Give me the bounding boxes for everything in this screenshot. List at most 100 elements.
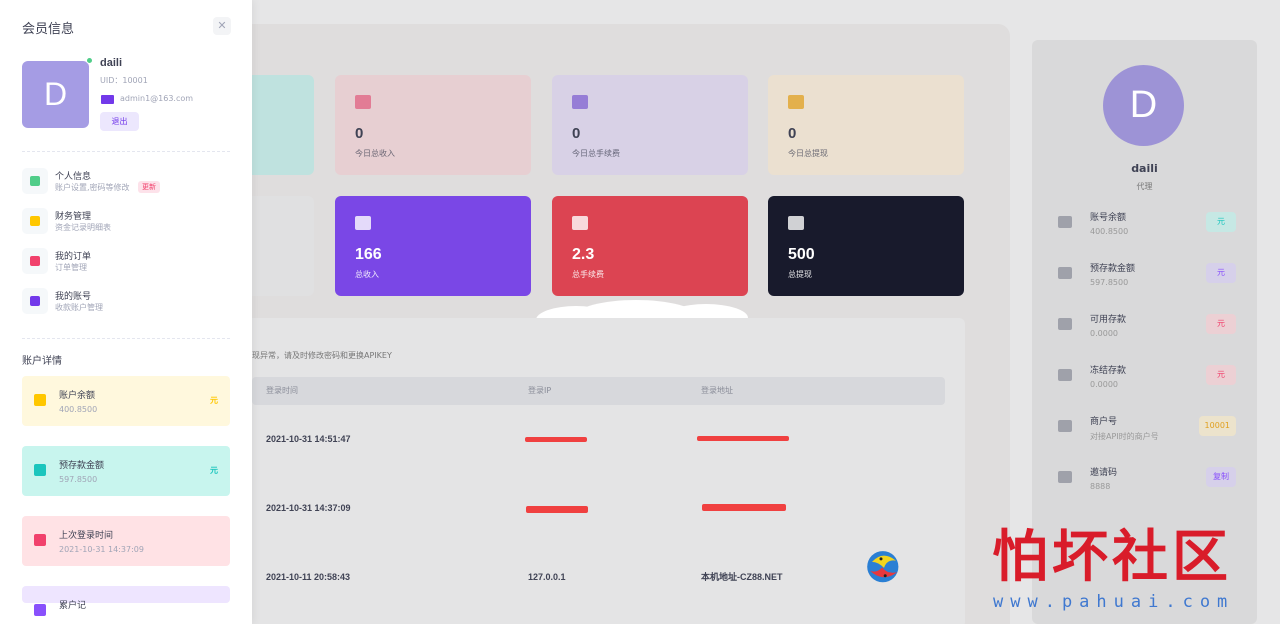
- item-badge: 10001: [1198, 416, 1236, 436]
- header-address: 登录地址: [701, 386, 733, 395]
- stat-card: 166 总收入: [335, 196, 531, 296]
- wallet-icon: [1058, 318, 1072, 330]
- stat-label: 今日总收入: [355, 149, 395, 158]
- profile-summary-item: 可用存款 0.0000 元: [1058, 312, 1238, 348]
- profile-summary-item: 邀请码 8888 复制: [1058, 465, 1238, 501]
- chart-icon: [355, 216, 371, 230]
- table-row: 2021-10-11 20:58:43 127.0.0.1 本机地址-CZ88.…: [252, 563, 945, 591]
- account-title: 上次登录时间: [59, 531, 114, 541]
- stat-card: 0 今日总手续费: [552, 75, 748, 175]
- menu-title: 我的订单: [55, 252, 92, 262]
- stat-card: 0 今日总收入: [335, 75, 531, 175]
- account-card: 预存款金额 597.8500 元: [22, 446, 230, 496]
- user-uid: UID：10001: [100, 76, 148, 85]
- item-value: 0.0000: [1090, 380, 1118, 389]
- stat-card: 2.3 总手续费: [552, 196, 748, 296]
- account-icon: [34, 604, 46, 616]
- watermark-text: 怕坏社区: [992, 525, 1232, 590]
- item-title: 账号余额: [1090, 213, 1127, 223]
- divider: [22, 338, 230, 339]
- profile-summary-item: 预存款金额 597.8500 元: [1058, 261, 1238, 297]
- watermark-url: www.pahuai.com: [993, 592, 1235, 612]
- redaction-mark: [525, 437, 587, 442]
- account-card: 上次登录时间 2021-10-31 14:37:09: [22, 516, 230, 566]
- item-value: 597.8500: [1090, 278, 1129, 287]
- stat-value: 0: [355, 125, 364, 142]
- item-title: 冻结存款: [1090, 366, 1127, 376]
- row-time: 2021-10-11 20:58:43: [266, 572, 351, 582]
- logout-button[interactable]: 退出: [100, 112, 139, 131]
- account-icon: [34, 534, 46, 546]
- menu-subtitle: 账户设置,密码等修改: [55, 183, 130, 192]
- account-value: 597.8500: [59, 475, 98, 484]
- stat-label: 总提现: [788, 270, 812, 279]
- user-email[interactable]: admin1@163.com: [120, 94, 193, 103]
- item-value: 400.8500: [1090, 227, 1129, 236]
- table-row: 2021-10-31 14:51:47: [252, 425, 945, 453]
- chart-icon: [788, 216, 804, 230]
- stat-value: 166: [355, 246, 382, 263]
- drawer-menu-item[interactable]: 我的订单 订单管理: [22, 248, 230, 278]
- wallet-icon: [1058, 369, 1072, 381]
- account-unit: 元: [210, 466, 218, 475]
- drawer-menu-item[interactable]: 个人信息 账户设置,密码等修改 更新: [22, 168, 230, 198]
- item-badge: 元: [1206, 212, 1236, 232]
- header-ip: 登录IP: [528, 386, 552, 395]
- item-badge: 元: [1206, 365, 1236, 385]
- stat-card: 0 今日总提现: [768, 75, 964, 175]
- menu-glyph-icon: [30, 296, 40, 306]
- account-value: 400.8500: [59, 405, 98, 414]
- item-title: 可用存款: [1090, 315, 1127, 325]
- stat-label: 今日总提现: [788, 149, 828, 158]
- menu-subtitle: 收款账户管理: [55, 303, 103, 312]
- item-value: 8888: [1090, 482, 1111, 491]
- wallet-icon: [1058, 216, 1072, 228]
- stat-label: 总手续费: [572, 270, 604, 279]
- wallet-icon: [1058, 267, 1072, 279]
- stat-card: 500 总提现: [768, 196, 964, 296]
- divider: [22, 151, 230, 152]
- stat-value: 2.3: [572, 246, 595, 263]
- drawer-menu-item[interactable]: 我的账号 收款账户管理: [22, 288, 230, 318]
- security-tip: 现异常，请及时修改密码和更换APIKEY: [252, 351, 392, 360]
- fish-logo-icon: [867, 551, 899, 583]
- account-icon: [34, 394, 46, 406]
- menu-glyph-icon: [30, 256, 40, 266]
- item-badge[interactable]: 复制: [1206, 467, 1236, 487]
- item-title: 商户号: [1090, 417, 1118, 427]
- item-value: 对接API时的商户号: [1090, 432, 1159, 441]
- menu-icon: [22, 168, 48, 194]
- account-title: 累户记: [59, 601, 87, 611]
- menu-glyph-icon: [30, 216, 40, 226]
- menu-subtitle: 资金记录明细表: [55, 223, 111, 232]
- profile-summary-item: 账号余额 400.8500 元: [1058, 210, 1238, 246]
- item-value: 0.0000: [1090, 329, 1118, 338]
- row-time: 2021-10-31 14:37:09: [266, 503, 351, 513]
- row-ip: 127.0.0.1: [528, 572, 566, 582]
- account-value: 2021-10-31 14:37:09: [59, 545, 144, 554]
- account-title: 预存款金额: [59, 461, 105, 471]
- account-title: 账户余额: [59, 391, 96, 401]
- wallet-icon: [1058, 471, 1072, 483]
- item-badge: 元: [1206, 263, 1236, 283]
- menu-title: 财务管理: [55, 212, 92, 222]
- row-time: 2021-10-31 14:51:47: [266, 434, 351, 444]
- header-time: 登录时间: [266, 386, 298, 395]
- row-address: 本机地址-CZ88.NET: [701, 572, 783, 582]
- user-name: daili: [100, 57, 123, 69]
- profile-summary-item: 商户号对接API时的商户号 10001: [1058, 414, 1238, 450]
- menu-glyph-icon: [30, 176, 40, 186]
- account-icon: [34, 464, 46, 476]
- drawer-title: 会员信息: [22, 22, 75, 37]
- menu-icon: [22, 288, 48, 314]
- drawer-menu-item[interactable]: 财务管理 资金记录明细表: [22, 208, 230, 238]
- profile-role: 代理: [1136, 182, 1153, 191]
- account-details-title: 账户详情: [22, 356, 62, 367]
- menu-icon: [22, 208, 48, 234]
- chart-icon: [572, 95, 588, 109]
- stat-label: 今日总手续费: [572, 149, 620, 158]
- close-icon[interactable]: ✕: [213, 17, 231, 35]
- account-card: 账户余额 400.8500 元: [22, 376, 230, 426]
- avatar: D: [22, 61, 89, 128]
- chart-icon: [355, 95, 371, 109]
